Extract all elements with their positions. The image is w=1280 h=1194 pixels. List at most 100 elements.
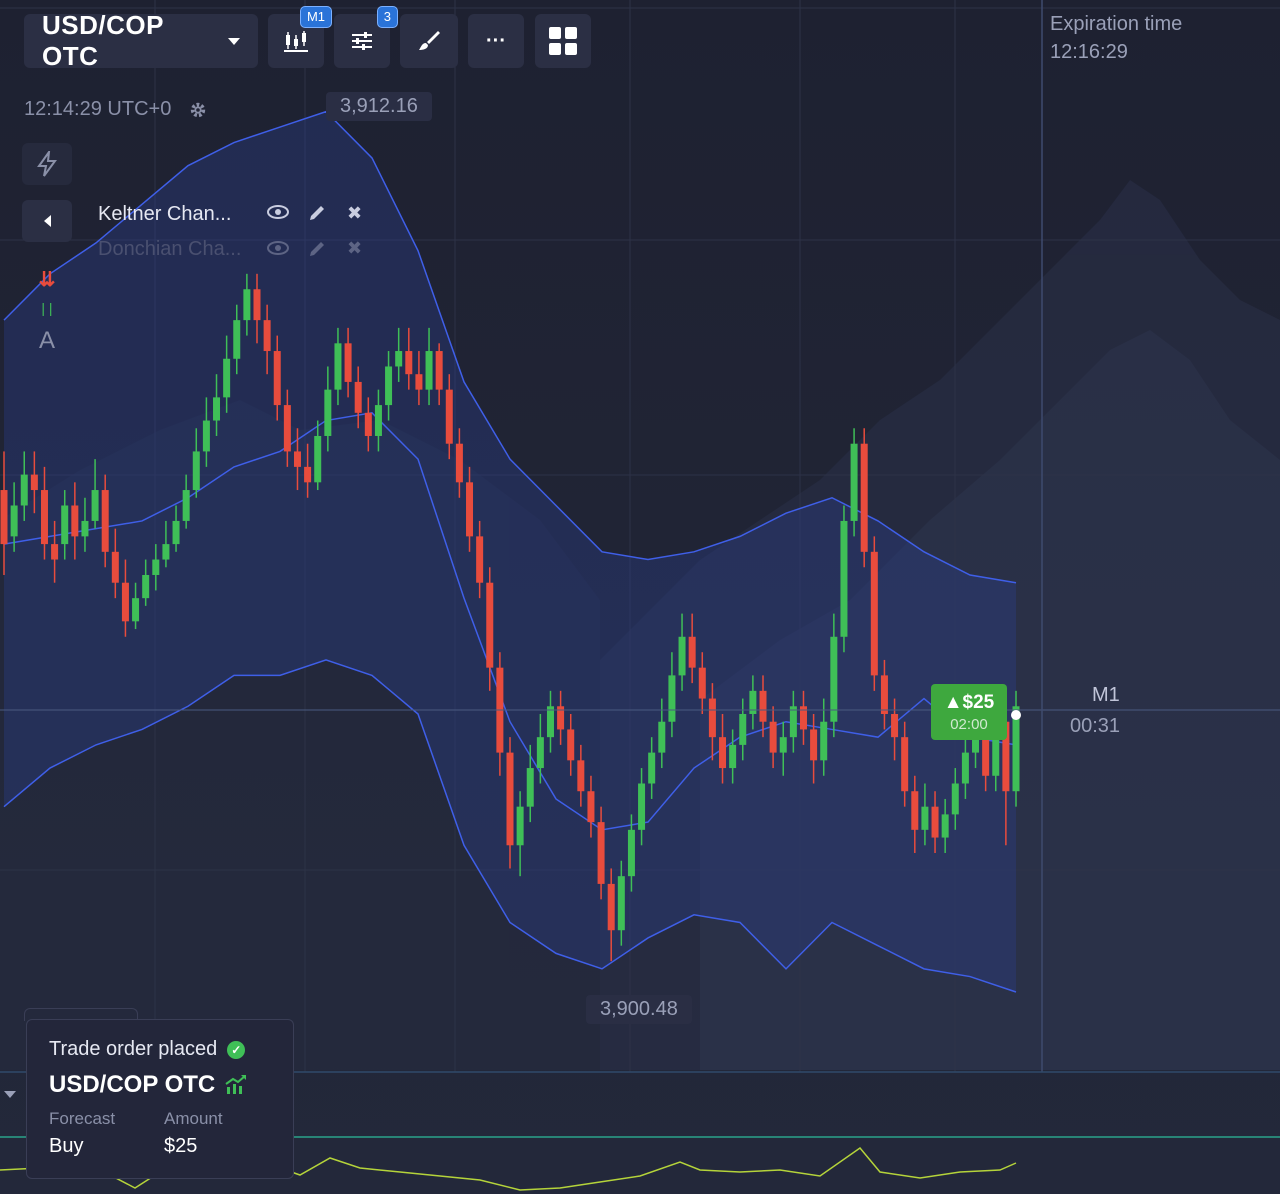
high-price-label: 3,912.16 — [326, 92, 432, 121]
candle-body — [405, 351, 413, 375]
signals-tool-button[interactable]: ⇊ — [22, 258, 72, 300]
candle-body — [840, 520, 848, 637]
more-options-button[interactable]: ··· — [468, 14, 524, 68]
layout-button[interactable] — [535, 14, 591, 68]
candle-body — [607, 883, 615, 931]
candle-body — [597, 822, 605, 884]
candle-body — [850, 443, 858, 521]
candle-body — [567, 729, 575, 761]
lines-tool-button[interactable]: | | — [22, 296, 72, 320]
candle-body — [344, 343, 352, 382]
server-clock: 12:14:29 UTC+0 — [24, 98, 207, 121]
grid-layout-icon — [549, 27, 577, 55]
trade-notification: Trade order placed ✓ USD/COP OTC Forecas… — [26, 1019, 294, 1179]
expiration-info: Expiration time 12:16:29 — [1050, 10, 1182, 66]
pencil-icon[interactable] — [308, 240, 326, 263]
candle — [850, 428, 858, 537]
check-circle-icon: ✓ — [227, 1040, 246, 1059]
low-price-label: 3,900.48 — [586, 995, 692, 1024]
candle-body — [941, 814, 949, 838]
indicator-name: Keltner Chan... — [98, 203, 232, 225]
candle-body — [243, 289, 251, 321]
candle-body — [283, 405, 291, 452]
asset-selector-button[interactable]: USD/COP OTC — [24, 10, 258, 71]
candle-body — [132, 598, 140, 622]
sliders-icon — [352, 32, 372, 50]
candle-body — [20, 474, 28, 506]
candle-body — [982, 737, 990, 776]
candle-body — [51, 544, 59, 560]
trade-amount: ▲$25 — [943, 692, 995, 713]
chevron-left-icon — [43, 215, 51, 227]
candle-body — [961, 752, 969, 784]
candle-body — [506, 752, 514, 846]
close-icon[interactable]: ✖ — [347, 238, 362, 259]
candle-body — [820, 721, 828, 761]
timeframe-badge: M1 — [299, 6, 332, 28]
timeframe-label: M1 — [1092, 684, 1120, 706]
text-tool-label: A — [38, 327, 55, 354]
candle-body — [223, 358, 231, 398]
candle-body — [162, 544, 170, 560]
candle-body — [587, 791, 595, 823]
text-tool-button[interactable]: A — [22, 320, 72, 362]
candle — [860, 428, 868, 568]
candle — [870, 536, 878, 691]
candle-body — [779, 737, 787, 753]
open-trade-tag[interactable]: ▲$25 02:00 — [931, 684, 1007, 740]
amount-label: Amount — [164, 1109, 223, 1128]
drawing-tools-button[interactable] — [400, 14, 458, 68]
candle-body — [455, 443, 463, 483]
candle-body — [486, 582, 494, 668]
indicator-row-keltner[interactable]: Keltner Chan... — [98, 203, 248, 226]
indicator-row-donchian[interactable]: Donchian Cha... — [98, 238, 248, 261]
current-price-marker — [1011, 710, 1021, 720]
candle-body — [152, 559, 160, 575]
candle — [1012, 690, 1020, 807]
candle-body — [759, 690, 767, 722]
candle-body — [91, 490, 99, 521]
candle-body — [61, 505, 69, 545]
chevron-down-icon — [228, 37, 240, 45]
candle-body — [749, 690, 757, 714]
pencil-icon[interactable] — [308, 204, 326, 227]
candle-body — [233, 320, 241, 359]
panel-toggle-icon[interactable] — [4, 1091, 16, 1098]
candle-body — [951, 783, 959, 815]
forecast-label: Forecast — [49, 1109, 116, 1128]
candle-body — [213, 397, 221, 421]
candle-body — [658, 721, 666, 753]
expiration-time: 12:16:29 — [1050, 41, 1128, 63]
candle-body — [121, 582, 129, 622]
forecast-value: Buy — [49, 1135, 84, 1157]
candle-body — [293, 451, 301, 467]
candle-body — [304, 466, 312, 483]
candle-body — [708, 698, 716, 738]
close-icon[interactable]: ✖ — [347, 203, 362, 224]
collapse-indicators-button[interactable] — [22, 200, 72, 242]
gear-icon[interactable] — [189, 101, 207, 119]
candle-body — [931, 806, 939, 838]
vertical-lines-icon: | | — [41, 300, 53, 316]
notification-title: Trade order placed — [49, 1038, 218, 1060]
quick-trade-button[interactable] — [22, 143, 72, 185]
candle-body — [40, 490, 48, 545]
candle-body — [688, 636, 696, 668]
indicator-name: Donchian Cha... — [98, 238, 242, 260]
candle-body — [870, 551, 878, 676]
candle-body — [334, 343, 342, 390]
candle-countdown: 00:31 — [1070, 715, 1121, 737]
candle-body — [729, 744, 737, 769]
eye-icon[interactable] — [266, 240, 290, 261]
indicators-button[interactable]: 3 — [334, 6, 398, 68]
brush-icon — [419, 31, 440, 50]
eye-icon[interactable] — [266, 204, 290, 225]
candle-body — [172, 520, 180, 545]
lightning-icon — [37, 151, 57, 177]
candle-body — [182, 490, 190, 521]
candle-body — [253, 289, 261, 321]
candle-body — [668, 675, 676, 722]
candle-body — [142, 574, 150, 599]
chart-type-button[interactable]: M1 — [268, 6, 332, 68]
trade-remaining-time: 02:00 — [950, 716, 988, 733]
